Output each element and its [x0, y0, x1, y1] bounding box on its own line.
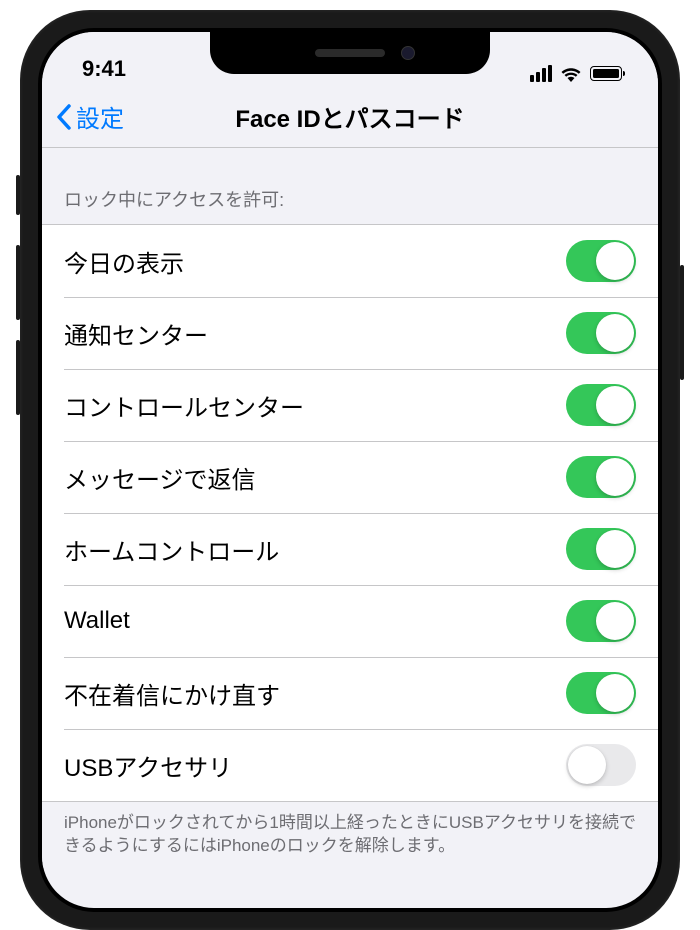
toggle-control-center[interactable]	[566, 384, 636, 426]
toggle-knob	[596, 530, 634, 568]
volume-down-button	[16, 340, 20, 415]
status-icons	[530, 65, 622, 82]
list-item-control-center: コントロールセンター	[42, 369, 658, 441]
volume-up-button	[16, 245, 20, 320]
settings-list: 今日の表示通知センターコントロールセンターメッセージで返信ホームコントロール Wa…	[42, 224, 658, 802]
item-label: 通知センター	[64, 316, 208, 351]
item-label: 今日の表示	[64, 244, 184, 279]
item-label: メッセージで返信	[64, 460, 256, 495]
toggle-home-control[interactable]	[566, 528, 636, 570]
toggle-return-missed-calls[interactable]	[566, 672, 636, 714]
battery-icon	[590, 66, 622, 81]
toggle-reply-with-message[interactable]	[566, 456, 636, 498]
item-label: ホームコントロール	[64, 532, 279, 567]
list-item-home-control: ホームコントロール	[42, 513, 658, 585]
chevron-left-icon	[56, 104, 72, 130]
page-title: Face IDとパスコード	[235, 99, 464, 134]
screen: 9:41	[42, 32, 658, 908]
power-button	[680, 265, 684, 380]
toggle-notification-center[interactable]	[566, 312, 636, 354]
phone-frame: 9:41	[20, 10, 680, 930]
cellular-signal-icon	[530, 65, 552, 82]
front-camera	[401, 46, 415, 60]
list-item-notification-center: 通知センター	[42, 297, 658, 369]
status-time: 9:41	[82, 56, 126, 82]
list-item-wallet: Wallet	[42, 585, 658, 657]
item-label: コントロールセンター	[64, 388, 304, 423]
back-label: 設定	[76, 99, 124, 134]
toggle-knob	[596, 314, 634, 352]
item-label: Wallet	[64, 607, 130, 635]
list-item-reply-with-message: メッセージで返信	[42, 441, 658, 513]
toggle-knob	[596, 386, 634, 424]
list-item-return-missed-calls: 不在着信にかけ直す	[42, 657, 658, 729]
toggle-knob	[596, 674, 634, 712]
section-footer: iPhoneがロックされてから1時間以上経ったときにUSBアクセサリを接続できる…	[42, 802, 658, 868]
list-item-today-view: 今日の表示	[42, 225, 658, 297]
mute-switch	[16, 175, 20, 215]
section-header: ロック中にアクセスを許可:	[42, 148, 658, 224]
toggle-knob	[596, 602, 634, 640]
list-item-usb-accessories: USBアクセサリ	[42, 729, 658, 801]
content: ロック中にアクセスを許可: 今日の表示通知センターコントロールセンターメッセージ…	[42, 148, 658, 868]
notch	[210, 32, 490, 74]
toggle-usb-accessories[interactable]	[566, 744, 636, 786]
toggle-wallet[interactable]	[566, 600, 636, 642]
item-label: 不在着信にかけ直す	[64, 676, 280, 711]
toggle-knob	[568, 746, 606, 784]
toggle-today-view[interactable]	[566, 240, 636, 282]
toggle-knob	[596, 458, 634, 496]
speaker	[315, 49, 385, 57]
toggle-knob	[596, 242, 634, 280]
nav-bar: 設定 Face IDとパスコード	[42, 86, 658, 148]
back-button[interactable]: 設定	[56, 99, 124, 134]
item-label: USBアクセサリ	[64, 748, 232, 783]
wifi-icon	[560, 66, 582, 82]
